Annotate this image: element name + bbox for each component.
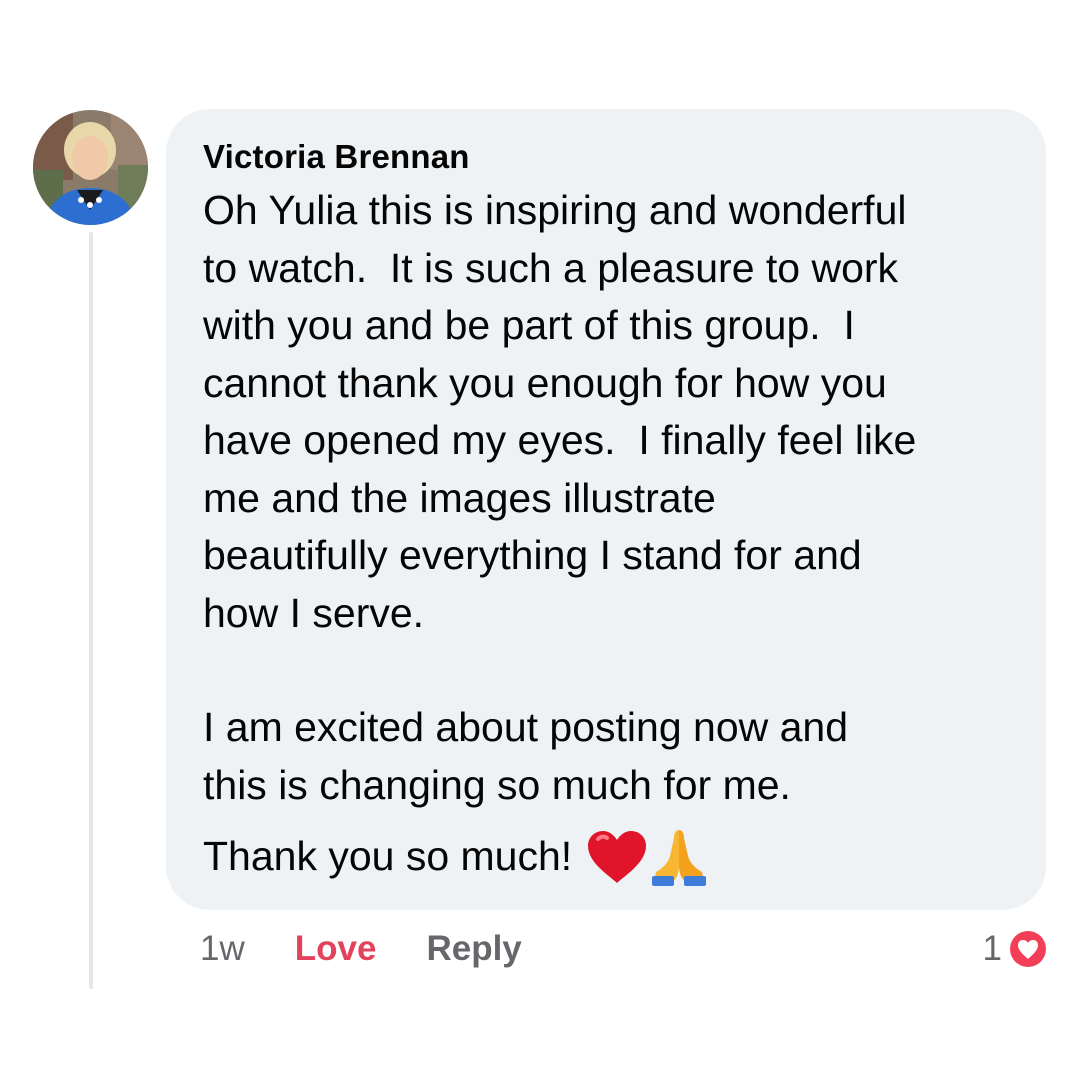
love-reaction-icon: [1007, 928, 1049, 970]
emoji-group: [586, 826, 710, 888]
reaction-count: 1: [982, 929, 1002, 968]
reaction-summary[interactable]: 1: [983, 926, 1050, 972]
comment-actions: 1w Love Reply: [200, 926, 522, 972]
avatar-photo: [33, 110, 148, 225]
comment-text-paragraph-1: Oh Yulia this is inspiring and wonderful…: [203, 187, 917, 636]
avatar[interactable]: [33, 110, 148, 225]
folded-hands-emoji: [652, 830, 707, 886]
thread-line: [89, 232, 93, 989]
comment-text-paragraph-3: Thank you so much!: [203, 826, 1010, 888]
reply-button[interactable]: Reply: [426, 929, 521, 969]
comment-timestamp[interactable]: 1w: [200, 929, 245, 969]
author-name[interactable]: Victoria Brennan: [203, 137, 1010, 177]
comment-text-paragraph-2: I am excited about posting now and this …: [203, 704, 849, 808]
comment-bubble: Victoria Brennan Oh Yulia this is inspir…: [166, 109, 1046, 910]
love-button[interactable]: Love: [295, 929, 377, 969]
heart-emoji: [588, 831, 647, 883]
comment-closing-text: Thank you so much!: [203, 833, 573, 880]
